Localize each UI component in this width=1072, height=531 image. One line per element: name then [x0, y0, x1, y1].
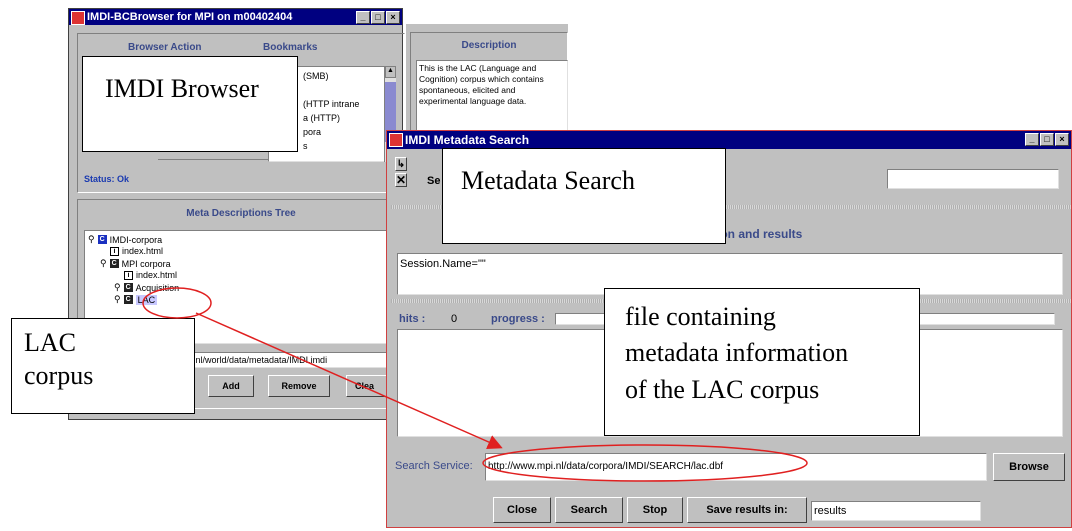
- clear-icon-button[interactable]: ✕: [395, 173, 407, 187]
- bookmarks-header: Bookmarks: [263, 42, 318, 53]
- close-window-button[interactable]: ×: [386, 11, 400, 24]
- description-header: Description: [461, 40, 517, 51]
- close-button[interactable]: Close: [493, 497, 551, 523]
- browser-title: IMDI-BCBrowser for MPI on m00402404: [87, 11, 293, 23]
- top-search-field[interactable]: [887, 169, 1059, 189]
- tree-node[interactable]: ⚲ C IMDI-corpora: [88, 234, 162, 245]
- save-results-button[interactable]: Save results in:: [687, 497, 807, 523]
- minimize-button[interactable]: _: [356, 11, 370, 24]
- tree-node[interactable]: ⚲ C MPI corpora: [100, 258, 171, 269]
- service-label: Search Service:: [395, 460, 473, 472]
- maximize-button[interactable]: □: [1040, 133, 1054, 146]
- description-text: This is the LAC (Language and Cognition)…: [416, 60, 568, 134]
- tree-node[interactable]: i index.html: [110, 246, 163, 256]
- app-icon: [71, 11, 85, 25]
- annotation-file-info: file containing metadata information of …: [604, 288, 920, 436]
- search-title-bar[interactable]: IMDI Metadata Search _ □ ×: [387, 131, 1071, 149]
- tree-header: Meta Descriptions Tree: [186, 208, 296, 219]
- search-title: IMDI Metadata Search: [405, 133, 530, 147]
- annotation-imdi-browser: IMDI Browser: [82, 56, 298, 152]
- corpus-icon: C: [97, 235, 107, 244]
- progress-label: progress :: [491, 313, 545, 325]
- hits-label: hits :: [399, 313, 426, 325]
- search-button[interactable]: Search: [555, 497, 623, 523]
- corpus-icon: C: [109, 259, 119, 268]
- tree-node[interactable]: ⚲ C Acquisition: [114, 282, 179, 293]
- browser-title-bar[interactable]: IMDI-BCBrowser for MPI on m00402404 _ □ …: [69, 9, 402, 25]
- status-text: Status: Ok: [84, 174, 130, 184]
- remove-button[interactable]: Remove: [268, 375, 330, 397]
- minimize-button[interactable]: _: [1025, 133, 1039, 146]
- maximize-button[interactable]: □: [371, 11, 385, 24]
- add-button[interactable]: Add: [208, 375, 254, 397]
- close-window-button[interactable]: ×: [1055, 133, 1069, 146]
- stop-button[interactable]: Stop: [627, 497, 683, 523]
- tree-node[interactable]: i index.html: [124, 270, 177, 280]
- corpus-icon: C: [123, 283, 133, 292]
- tree-node-lac[interactable]: ⚲ C LAC: [114, 294, 158, 305]
- app-icon: [389, 133, 403, 147]
- info-icon: i: [124, 270, 133, 280]
- browse-button[interactable]: Browse: [993, 453, 1065, 481]
- browser-action-header: Browser Action: [128, 42, 202, 53]
- annotation-lac-corpus: LAC corpus: [11, 318, 195, 414]
- description-pane: Description This is the LAC (Language an…: [406, 24, 568, 134]
- hits-value: 0: [451, 313, 458, 325]
- results-file-field[interactable]: results: [811, 501, 981, 521]
- service-field[interactable]: http://www.mpi.nl/data/corpora/IMDI/SEAR…: [485, 453, 987, 481]
- search-tab-label[interactable]: Se: [427, 175, 440, 187]
- corpus-icon: C: [123, 295, 133, 304]
- enter-icon-button[interactable]: ↳: [395, 157, 407, 171]
- url-field[interactable]: npi.nl/world/data/metadata/IMDI.imdi: [178, 352, 396, 368]
- info-icon: i: [110, 246, 119, 256]
- annotation-metadata-search: Metadata Search: [442, 148, 726, 244]
- section-header: tion and results: [713, 227, 803, 241]
